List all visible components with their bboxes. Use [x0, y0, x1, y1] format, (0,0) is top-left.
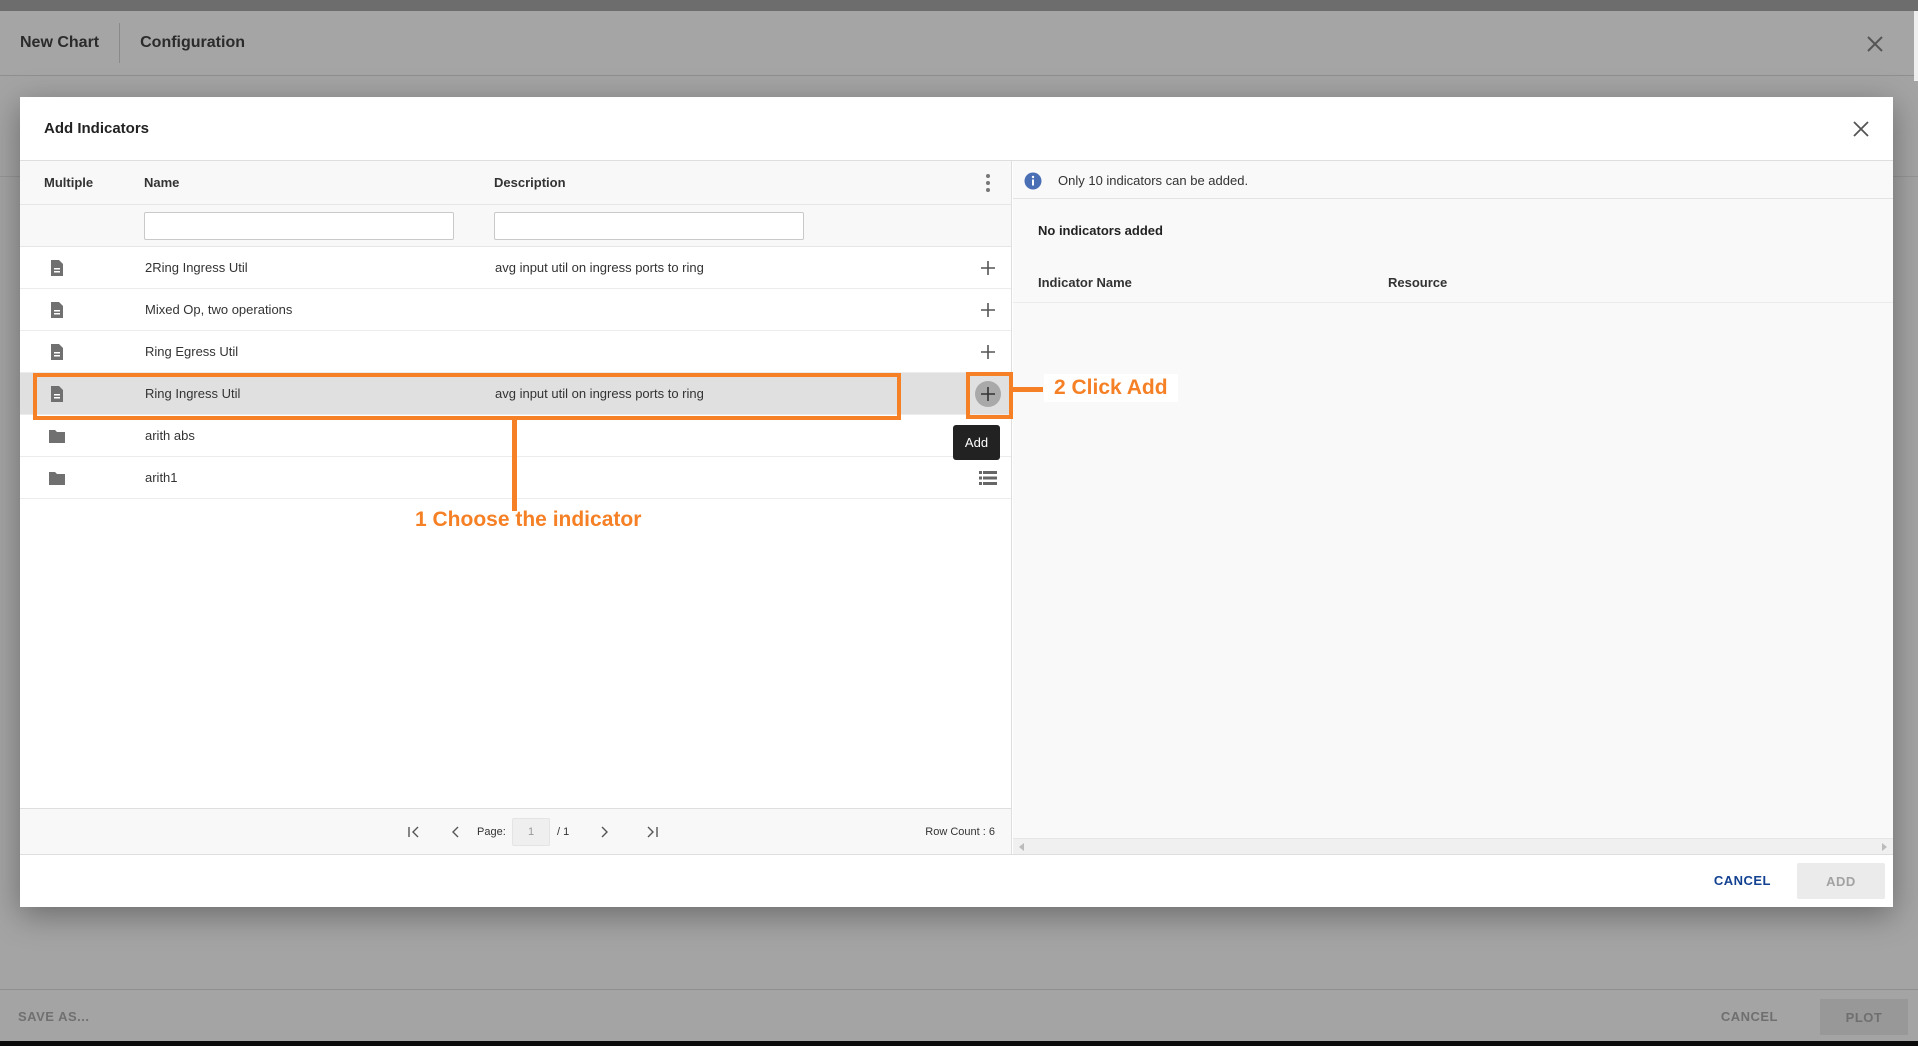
annotation-step-1: 1 Choose the indicator: [415, 508, 642, 531]
app-footer: SAVE AS... CANCEL PLOT: [0, 989, 1918, 1041]
list-button[interactable]: [975, 465, 1001, 491]
add-indicators-dialog: Add Indicators Multiple Name Description…: [20, 97, 1893, 907]
plus-icon: [981, 345, 995, 359]
description-filter-input[interactable]: [494, 212, 804, 240]
annotation-step-2: 2 Click Add: [1044, 374, 1178, 402]
empty-state: No indicators added: [1038, 223, 1163, 238]
info-banner: Only 10 indicators can be added.: [1013, 161, 1893, 199]
save-as-button[interactable]: SAVE AS...: [18, 1009, 89, 1024]
selected-indicators-panel: Only 10 indicators can be added. No indi…: [1013, 161, 1893, 854]
file-icon: [51, 344, 63, 360]
row-name: 2Ring Ingress Util: [145, 260, 248, 275]
taskbar-edge: [0, 1041, 1918, 1046]
next-page-button[interactable]: [594, 822, 614, 842]
page-total: / 1: [557, 826, 570, 838]
name-filter-input[interactable]: [144, 212, 454, 240]
dialog-title: Add Indicators: [44, 120, 150, 137]
previous-page-button[interactable]: [446, 822, 466, 842]
table-row[interactable]: 2Ring Ingress Util avg input util on ing…: [20, 247, 1011, 289]
plus-icon: [981, 261, 995, 275]
scroll-left-icon[interactable]: [1019, 843, 1024, 851]
column-name[interactable]: Name: [144, 175, 179, 190]
plot-button[interactable]: PLOT: [1820, 999, 1908, 1035]
chevron-left-icon: [452, 826, 459, 838]
selected-table-header: Indicator Name Resource: [1013, 261, 1893, 303]
info-text: Only 10 indicators can be added.: [1058, 173, 1249, 188]
dialog-header: Add Indicators: [20, 97, 1893, 161]
add-tooltip: Add: [953, 425, 1000, 460]
title-strip: [0, 0, 1918, 11]
add-button[interactable]: [975, 255, 1001, 281]
column-multiple[interactable]: Multiple: [44, 175, 93, 190]
file-icon: [51, 302, 63, 318]
folder-icon: [49, 430, 65, 443]
dialog-cancel-button[interactable]: CANCEL: [1714, 873, 1771, 888]
table-header: Multiple Name Description: [20, 161, 1011, 205]
scroll-right-icon[interactable]: [1882, 843, 1887, 851]
row-name: Mixed Op, two operations: [145, 302, 293, 317]
horizontal-scrollbar[interactable]: [1013, 838, 1893, 854]
app-title: New Chart: [20, 34, 100, 51]
add-button[interactable]: [975, 339, 1001, 365]
first-page-button[interactable]: [404, 822, 424, 842]
page-number-input[interactable]: [512, 818, 550, 846]
close-icon[interactable]: [1851, 119, 1871, 139]
annotation-highlight-add: [966, 372, 1013, 419]
close-icon[interactable]: [1864, 33, 1886, 55]
column-indicator-name[interactable]: Indicator Name: [1038, 275, 1132, 290]
column-description[interactable]: Description: [494, 175, 566, 190]
chevron-right-icon: [601, 826, 608, 838]
page-label: Page:: [477, 826, 506, 838]
row-name: arith abs: [145, 428, 195, 443]
plus-icon: [981, 303, 995, 317]
dialog-add-button[interactable]: ADD: [1797, 863, 1885, 899]
info-icon: [1024, 172, 1042, 190]
tab-configuration[interactable]: Configuration: [120, 34, 245, 52]
annotation-highlight-row: [33, 373, 901, 420]
folder-icon: [49, 472, 65, 485]
row-description: avg input util on ingress ports to ring: [495, 260, 704, 275]
filter-row: [20, 205, 1011, 247]
table-row[interactable]: Ring Egress Util: [20, 331, 1011, 373]
dialog-footer: CANCEL ADD: [20, 854, 1893, 907]
column-resource[interactable]: Resource: [1388, 275, 1447, 290]
last-page-button[interactable]: [642, 822, 662, 842]
row-count: Row Count : 6: [925, 826, 995, 838]
add-button[interactable]: [975, 297, 1001, 323]
first-page-icon: [408, 826, 419, 838]
last-page-icon: [647, 826, 658, 838]
more-vertical-icon[interactable]: [985, 173, 991, 193]
table-row[interactable]: Mixed Op, two operations: [20, 289, 1011, 331]
app-header: New Chart Configuration: [0, 11, 1918, 76]
file-icon: [51, 260, 63, 276]
pagination: Page: / 1 Row Count : 6: [20, 808, 1011, 854]
scrollbar[interactable]: [1914, 11, 1918, 81]
cancel-button[interactable]: CANCEL: [1721, 1009, 1778, 1024]
annotation-connector: [512, 419, 517, 511]
row-name: Ring Egress Util: [145, 344, 239, 359]
row-name: arith1: [145, 470, 178, 485]
list-icon: [979, 471, 997, 485]
annotation-connector: [1013, 387, 1043, 392]
